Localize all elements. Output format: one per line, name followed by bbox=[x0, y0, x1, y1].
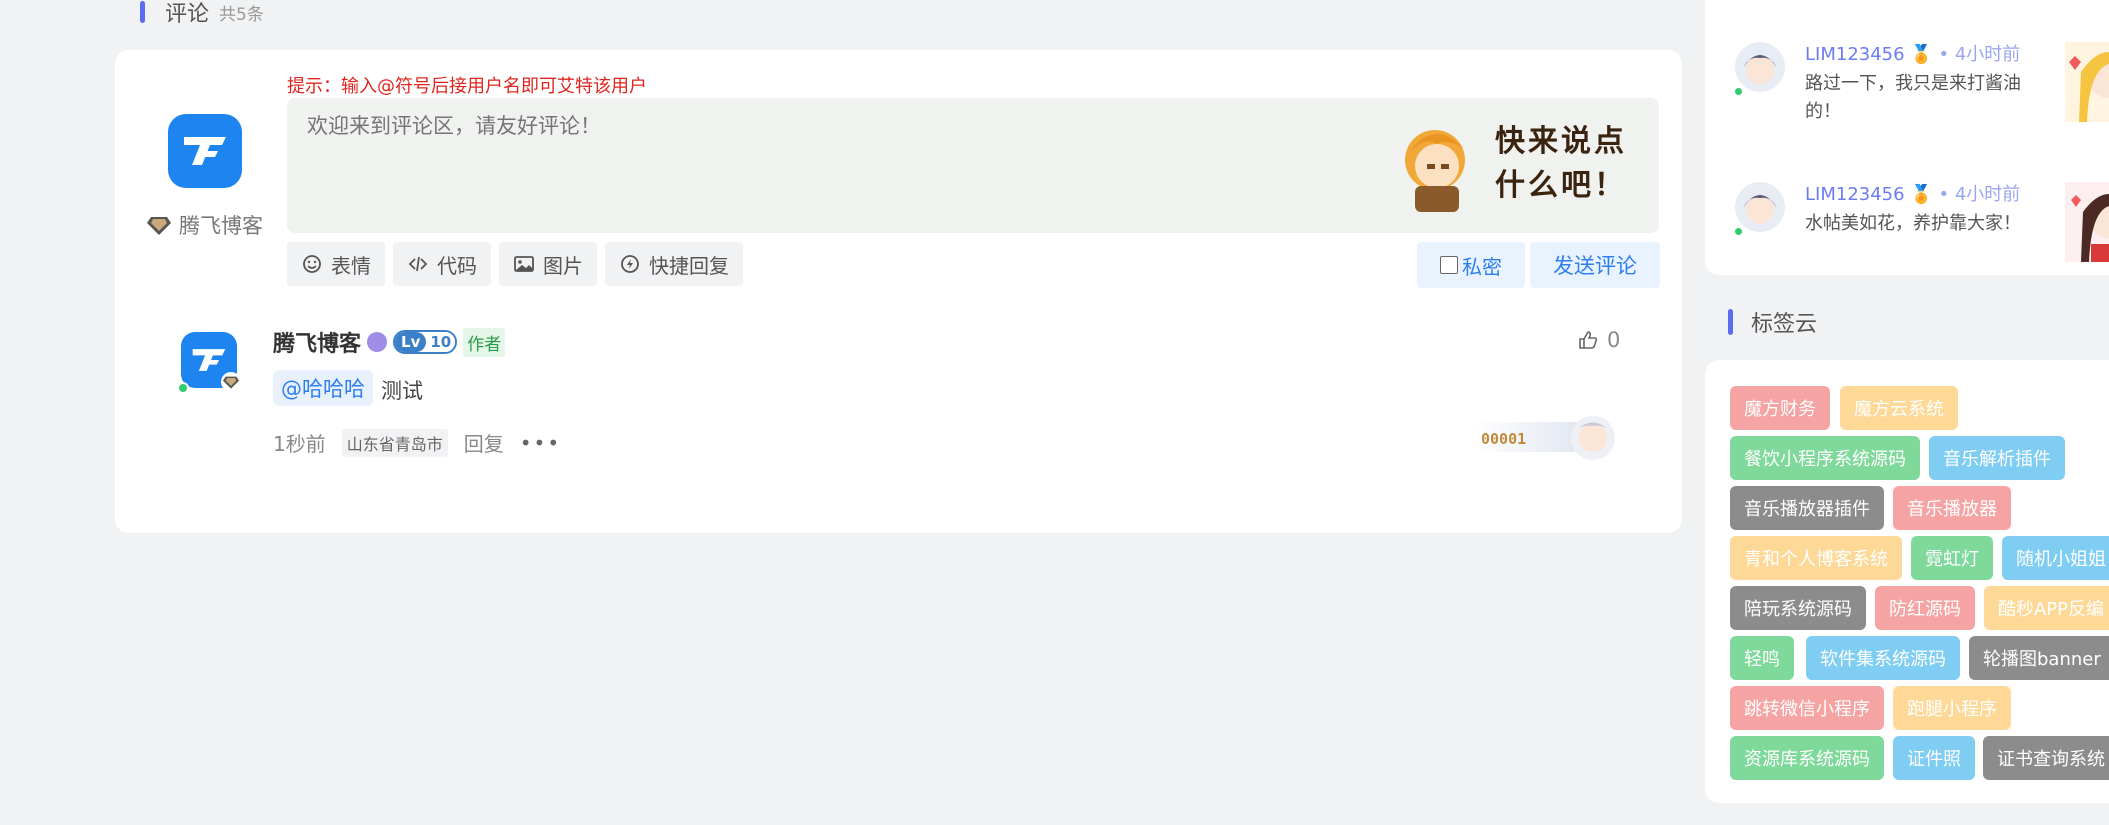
more-options-icon[interactable]: ••• bbox=[520, 431, 561, 455]
recent-comment-item[interactable]: LIM123456 🏅 • 4小时前 路过一下，我只是来打酱油的！ bbox=[1733, 42, 2109, 122]
anime-avatar-icon bbox=[1743, 55, 1777, 84]
comments-title: 评论 bbox=[165, 2, 210, 27]
tengfei-logo-icon bbox=[192, 349, 226, 371]
current-user: 腾飞博客 bbox=[147, 210, 263, 240]
tag-cloud-header: 标签云 bbox=[1728, 306, 1817, 338]
comments-header: 评论 共5条 bbox=[140, 0, 264, 27]
tengfei-logo-icon bbox=[184, 137, 226, 165]
tag-item[interactable]: 音乐播放器 bbox=[1893, 486, 2011, 530]
anime-girl-decoration bbox=[2065, 182, 2109, 262]
recent-comment-header: LIM123456 🏅 • 4小时前 bbox=[1805, 44, 2021, 65]
mascot-text: 快来说点 什么吧！ bbox=[1495, 124, 1627, 203]
comment-author-name[interactable]: 腾飞博客 bbox=[273, 326, 361, 358]
recent-comment-text: 路过一下，我只是来打酱油的！ bbox=[1805, 73, 2021, 122]
section-accent-bar bbox=[1728, 309, 1733, 335]
smile-icon bbox=[303, 255, 321, 273]
private-checkbox[interactable] bbox=[1440, 256, 1458, 274]
level-badge: Lv 10 bbox=[393, 330, 458, 354]
tag-item[interactable]: 餐饮小程序系统源码 bbox=[1730, 436, 1920, 480]
online-status-dot bbox=[1733, 86, 1744, 97]
user-avatar[interactable] bbox=[1735, 182, 1785, 232]
tag-item[interactable]: 软件集系统源码 bbox=[1806, 636, 1960, 680]
comment-meta: 1秒前 山东省青岛市 回复 ••• bbox=[273, 428, 561, 457]
tag-item[interactable]: 轮播图banner bbox=[1969, 636, 2109, 680]
tag-item[interactable]: 随机小姐姐 bbox=[2002, 536, 2109, 580]
image-icon bbox=[514, 256, 534, 272]
anime-girl-decoration bbox=[2065, 42, 2109, 122]
emoji-button[interactable]: 表情 bbox=[287, 242, 385, 286]
diamond-icon bbox=[223, 376, 239, 389]
user-level-icon: 🏅 bbox=[1910, 184, 1933, 205]
image-button[interactable]: 图片 bbox=[499, 242, 597, 286]
comment-card: 腾飞博客 提示：输入@符号后接用户名即可艾特该用户 快来说点 什么吧！ 表情 代… bbox=[115, 50, 1682, 533]
tag-item[interactable]: 防红源码 bbox=[1875, 586, 1975, 630]
reply-link[interactable]: 回复 bbox=[464, 428, 504, 457]
tag-item[interactable]: 跑腿小程序 bbox=[1893, 686, 2011, 730]
tag-item[interactable]: 霓虹灯 bbox=[1911, 536, 1993, 580]
like-count: 0 bbox=[1607, 328, 1621, 352]
recent-comments-widget: LIM123456 🏅 • 4小时前 路过一下，我只是来打酱油的！ LIM123… bbox=[1705, 0, 2109, 275]
comment-input-area: 快来说点 什么吧！ bbox=[287, 98, 1659, 233]
recent-comment-time: • 4小时前 bbox=[1938, 44, 2021, 65]
comment-location: 山东省青岛市 bbox=[341, 428, 448, 457]
code-button[interactable]: 代码 bbox=[393, 242, 491, 286]
tag-item[interactable]: 陪玩系统源码 bbox=[1730, 586, 1866, 630]
recent-comment-header: LIM123456 🏅 • 4小时前 bbox=[1805, 184, 2021, 205]
tag-item[interactable]: 魔方云系统 bbox=[1840, 386, 1958, 430]
tag-item[interactable]: 魔方财务 bbox=[1730, 386, 1830, 430]
online-status-dot bbox=[1733, 226, 1744, 237]
vip-icon bbox=[367, 332, 388, 352]
comment-text: 测试 bbox=[381, 379, 423, 403]
mention-link[interactable]: @哈哈哈 bbox=[273, 370, 373, 406]
quick-reply-button[interactable]: 快捷回复 bbox=[605, 242, 743, 286]
comment-author-row: 腾飞博客 Lv 10 作者 bbox=[273, 326, 506, 358]
tag-item[interactable]: 证书查询系统 bbox=[1983, 736, 2109, 780]
tag-item[interactable]: 青和个人博客系统 bbox=[1730, 536, 1902, 580]
author-tag: 作者 bbox=[463, 327, 506, 357]
tag-item[interactable]: 音乐播放器插件 bbox=[1730, 486, 1884, 530]
comment-time: 1秒前 bbox=[273, 432, 326, 456]
user-level-icon: 🏅 bbox=[1910, 44, 1933, 65]
tag-item[interactable]: 音乐解析插件 bbox=[1929, 436, 2065, 480]
anime-avatar-icon bbox=[1743, 195, 1777, 224]
tag-item[interactable]: 酷秒APP反编 bbox=[1984, 586, 2109, 630]
tag-item[interactable]: 资源库系统源码 bbox=[1730, 736, 1884, 780]
send-comment-button[interactable]: 发送评论 bbox=[1530, 242, 1660, 288]
tag-item[interactable]: 证件照 bbox=[1893, 736, 1975, 780]
diamond-icon bbox=[147, 217, 171, 235]
svg-text:00001: 00001 bbox=[1481, 430, 1526, 448]
private-toggle[interactable]: 私密 bbox=[1417, 242, 1525, 288]
diamond-badge bbox=[221, 372, 241, 392]
recent-comment-time: • 4小时前 bbox=[1938, 184, 2021, 205]
current-user-name: 腾飞博客 bbox=[179, 214, 263, 238]
floor-stamp-illustration: 00001 bbox=[1475, 416, 1615, 460]
user-avatar[interactable] bbox=[1735, 42, 1785, 92]
like-button[interactable]: 0 bbox=[1577, 328, 1620, 352]
comments-count: 共5条 bbox=[219, 4, 264, 25]
editor-toolbar: 表情 代码 图片 快捷回复 bbox=[287, 242, 743, 286]
quick-reply-icon bbox=[621, 255, 639, 273]
recent-comment-item[interactable]: LIM123456 🏅 • 4小时前 水帖美如花，养护靠大家！ bbox=[1733, 182, 2109, 262]
mention-hint: 提示：输入@符号后接用户名即可艾特该用户 bbox=[287, 76, 647, 97]
tag-item[interactable]: 跳转微信小程序 bbox=[1730, 686, 1884, 730]
online-status-dot bbox=[177, 382, 189, 394]
user-avatar bbox=[168, 114, 242, 188]
section-accent-bar bbox=[140, 1, 145, 23]
tag-item[interactable]: 轻鸣 bbox=[1730, 636, 1794, 680]
tag-cloud-title: 标签云 bbox=[1751, 312, 1818, 337]
code-icon bbox=[408, 256, 428, 272]
tag-cloud: 魔方财务 魔方云系统 餐饮小程序系统源码 音乐解析插件 音乐播放器插件 音乐播放… bbox=[1705, 360, 2109, 803]
thumbs-up-icon bbox=[1579, 331, 1598, 349]
recent-comment-text: 水帖美如花，养护靠大家！ bbox=[1805, 213, 2021, 234]
